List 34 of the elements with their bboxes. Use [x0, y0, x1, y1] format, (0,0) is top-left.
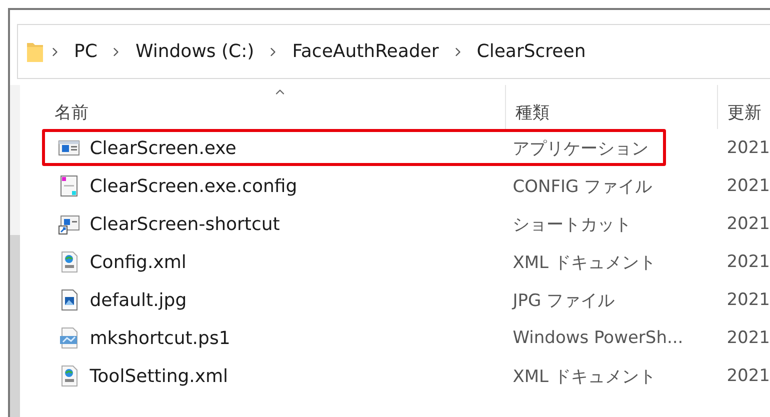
file-name[interactable]: ClearScreen.exe.config: [90, 176, 298, 196]
file-type: ショートカット: [512, 214, 633, 236]
file-type: XML ドキュメント: [512, 366, 657, 388]
breadcrumb-item[interactable]: Windows (C:): [127, 41, 262, 62]
file-date: 2021: [726, 252, 770, 272]
file-type: アプリケーション: [512, 138, 650, 160]
file-type: JPG ファイル: [510, 290, 616, 312]
column-header[interactable]: 種類: [516, 90, 550, 124]
config-file-icon: [58, 175, 80, 197]
file-date: 2021: [726, 214, 770, 234]
file-type: Windows PowerSh...: [512, 328, 684, 348]
file-date: 2021: [726, 328, 770, 348]
breadcrumb-item[interactable]: PC: [66, 41, 106, 62]
file-date: 2021: [726, 176, 770, 196]
breadcrumb-item[interactable]: ClearScreen: [468, 41, 594, 62]
file-name[interactable]: Config.xml: [90, 252, 186, 272]
file-name[interactable]: mkshortcut.ps1: [90, 328, 230, 348]
file-type: CONFIG ファイル: [512, 176, 654, 198]
scrollbar[interactable]: [10, 85, 20, 417]
file-date: 2021: [726, 366, 770, 386]
address-bar[interactable]: PC Windows (C:) FaceAuthReader ClearScreen: [17, 24, 770, 79]
file-name[interactable]: default.jpg: [90, 290, 187, 310]
file-date: 2021: [726, 290, 770, 310]
file-type: XML ドキュメント: [512, 252, 657, 274]
column-header[interactable]: 名前: [54, 90, 89, 124]
file-name[interactable]: ClearScreen-shortcut: [90, 214, 280, 234]
breadcrumb-item[interactable]: FaceAuthReader: [284, 41, 447, 62]
column-header[interactable]: 更新: [728, 90, 762, 124]
file-name[interactable]: ClearScreen.exe: [90, 138, 236, 158]
script-file-icon: [58, 327, 80, 349]
shortcut-icon: [58, 213, 80, 235]
file-name[interactable]: ToolSetting.xml: [90, 366, 228, 386]
folder-icon: [26, 40, 44, 62]
file-date: 2021: [726, 138, 770, 158]
